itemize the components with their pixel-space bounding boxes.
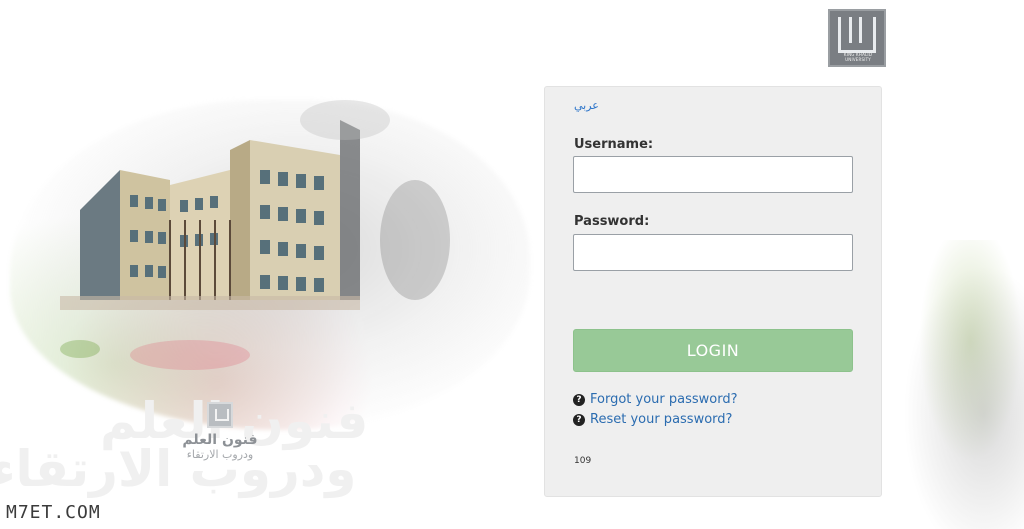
username-input[interactable]	[573, 156, 853, 193]
building-illustration	[60, 120, 360, 310]
site-watermark: M7ET.COM	[6, 502, 101, 523]
tagline-subheading: ودروب الارتقاء	[186, 448, 254, 461]
paint-speck	[300, 100, 390, 140]
forgot-password-label: Forgot your password?	[590, 392, 738, 407]
reset-password-link[interactable]: ? Reset your password?	[573, 412, 732, 427]
tagline-heading: فنون العلم	[182, 432, 258, 448]
password-input[interactable]	[573, 234, 853, 271]
language-toggle-link[interactable]: عربي	[574, 99, 599, 112]
paint-speck	[60, 340, 100, 358]
forgot-password-link[interactable]: ? Forgot your password?	[573, 392, 738, 407]
page-code: 109	[574, 456, 592, 466]
username-label: Username:	[574, 137, 654, 152]
reset-password-label: Reset your password?	[590, 412, 733, 427]
login-panel: عربي Username: Password: LOGIN ? Forgot …	[544, 86, 882, 497]
university-logo: KING KHALID UNIVERSITY	[828, 9, 886, 67]
paint-speck	[130, 340, 250, 370]
decorative-splash	[890, 240, 1024, 529]
password-label: Password:	[574, 214, 650, 229]
login-button[interactable]: LOGIN	[573, 329, 853, 372]
question-circle-icon: ?	[573, 413, 585, 426]
university-mini-logo-icon	[207, 402, 233, 428]
logo-caption: KING KHALID UNIVERSITY	[843, 52, 873, 62]
paint-speck	[380, 180, 450, 300]
tagline: فنون العلم ودروب الارتقاء	[160, 402, 280, 461]
logo-mark-icon	[838, 17, 876, 53]
question-circle-icon: ?	[573, 393, 585, 406]
